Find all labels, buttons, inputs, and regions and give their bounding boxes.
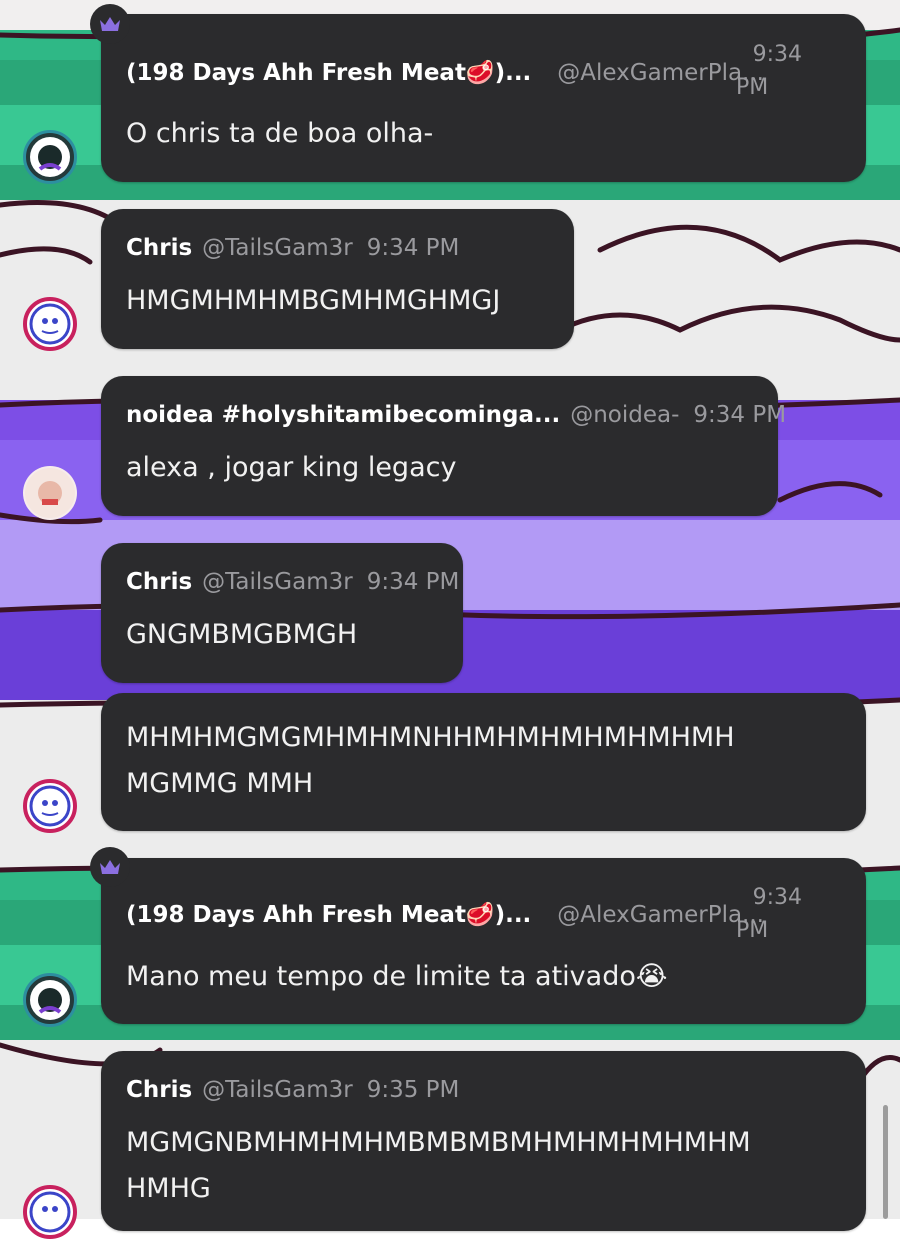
message-bubble[interactable]: MHMHMGMGMHMHMNHHMHMHMHMHMHMH MGMMG MMH (101, 693, 866, 831)
avatar-chris[interactable] (23, 297, 77, 351)
author-name[interactable]: (198 Days Ahh Fresh Meat🥩)... (126, 902, 531, 928)
timestamp: 9:34 PM (366, 235, 460, 261)
timestamp: 9:35 PM (366, 1077, 460, 1103)
message-bubble[interactable]: Chris @TailsGam3r 9:34 PM HMGMHMHMBGMHMGHM… (101, 209, 574, 349)
author-name[interactable]: Chris (126, 569, 192, 595)
author-handle: @AlexGamerPla... (557, 902, 764, 928)
message-text: MGMGNBMHMHMHMBMBMBMHMHMHMHMHM HMHG (126, 1127, 751, 1204)
author-name[interactable]: Chris (126, 235, 192, 261)
timestamp: 9:34 PM (366, 569, 460, 595)
message-bubble[interactable]: noidea #holyshitamibecominga... @noidea- 9… (101, 376, 786, 516)
scrollbar[interactable] (883, 1105, 888, 1219)
author-handle: @TailsGam3r (202, 1077, 353, 1103)
message-text: MHMHMGMGMHMHMNHHMHMHMHMHMHMH MGMMG MMH (126, 722, 735, 799)
author-handle: @TailsGam3r (202, 569, 353, 595)
avatar-alex[interactable] (23, 973, 77, 1027)
author-handle: @noidea- (570, 402, 680, 428)
crown-icon (100, 860, 120, 874)
avatar-chris[interactable] (23, 1185, 77, 1239)
message-bubble[interactable]: (198 Days Ahh Fresh Meat🥩)... @AlexGamerP… (101, 14, 866, 182)
timestamp: 9:34 PM (736, 885, 802, 943)
author-name[interactable]: noidea #holyshitamibecominga... (126, 402, 560, 428)
message-bubble[interactable]: (198 Days Ahh Fresh Meat🥩)... @AlexGamerP… (101, 858, 866, 1024)
message-text: Mano meu tempo de limite ta ativado😭 (126, 961, 668, 992)
crown-badge (90, 4, 130, 44)
message-bubble[interactable]: Chris @TailsGam3r 9:35 PM MGMGNBMHMHMHMBMB… (101, 1051, 866, 1231)
author-name[interactable]: Chris (126, 1077, 192, 1103)
author-handle: @TailsGam3r (202, 235, 353, 261)
message-text: alexa , jogar king legacy (126, 452, 457, 483)
avatar-noidea[interactable] (23, 466, 77, 520)
crown-icon (100, 17, 120, 31)
author-name[interactable]: (198 Days Ahh Fresh Meat🥩)... (126, 60, 531, 86)
message-text: O chris ta de boa olha- (126, 118, 434, 149)
message-text: GNGMBMGBMGH (126, 619, 358, 650)
author-handle: @AlexGamerPla... (557, 60, 764, 86)
avatar-alex[interactable] (23, 130, 77, 184)
timestamp: 9:34 PM (736, 42, 802, 100)
message-text: HMGMHMHMBGMHMGHMGJ (126, 285, 501, 316)
crown-badge (90, 847, 130, 887)
timestamp: 9:34 PM (693, 402, 787, 428)
avatar-chris[interactable] (23, 779, 77, 833)
message-bubble[interactable]: Chris @TailsGam3r 9:34 PM GNGMBMGBMGH (101, 543, 463, 683)
